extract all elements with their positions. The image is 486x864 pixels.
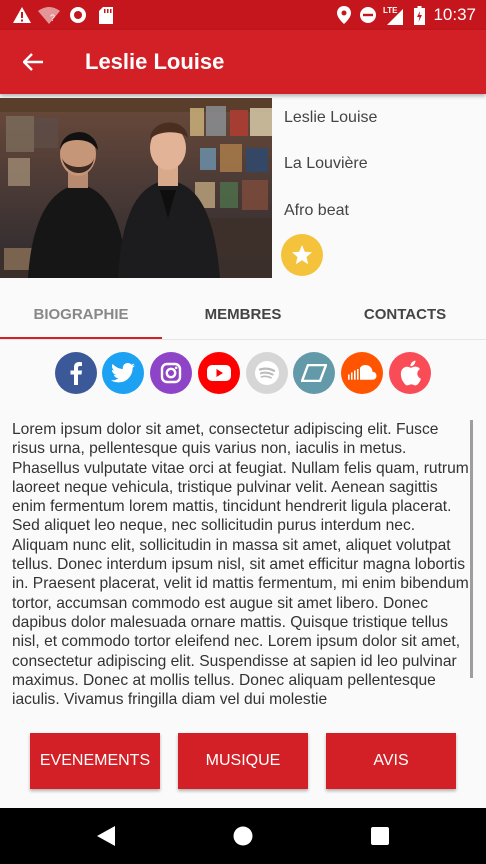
svg-text:?: ?: [50, 13, 55, 23]
artist-city: La Louvière: [284, 155, 368, 172]
artist-name: Leslie Louise: [284, 109, 378, 126]
scrollbar[interactable]: [470, 420, 473, 678]
back-button[interactable]: [14, 43, 52, 81]
battery-icon: [412, 5, 426, 25]
tab-membres[interactable]: MEMBRES: [162, 290, 324, 338]
tab-divider: [0, 339, 486, 340]
lte-signal-icon: LTE: [383, 5, 403, 25]
tab-contacts[interactable]: CONTACTS: [324, 290, 486, 338]
facebook-icon: [70, 362, 82, 385]
soundcloud-button[interactable]: [341, 352, 383, 394]
tab-bar: BIOGRAPHIE MEMBRES CONTACTS: [0, 290, 486, 340]
record-icon: [68, 5, 88, 25]
youtube-button[interactable]: [198, 352, 240, 394]
arrow-back-icon: [23, 53, 43, 71]
status-time: 10:37: [433, 5, 476, 24]
spotify-icon: [255, 361, 279, 385]
app-bar: Leslie Louise: [0, 30, 486, 94]
instagram-icon: [160, 362, 182, 384]
artist-genre: Afro beat: [284, 202, 349, 219]
page-title: Leslie Louise: [85, 49, 225, 74]
status-bar: ? LTE 10:37: [0, 0, 486, 30]
reviews-button[interactable]: AVIS: [326, 733, 456, 789]
nav-home-button[interactable]: [231, 824, 255, 848]
star-icon: [292, 245, 312, 265]
biography-text: Lorem ipsum dolor sit amet, consectetur …: [12, 421, 469, 709]
nav-recents-button[interactable]: [368, 824, 392, 848]
tab-biographie[interactable]: BIOGRAPHIE: [0, 290, 162, 338]
music-button[interactable]: MUSIQUE: [178, 733, 308, 789]
instagram-button[interactable]: [150, 352, 192, 394]
bandcamp-button[interactable]: [293, 352, 335, 394]
twitter-icon: [111, 363, 135, 383]
nav-back-button[interactable]: [94, 824, 118, 848]
spotify-button[interactable]: [246, 352, 288, 394]
soundcloud-icon: [348, 365, 377, 380]
do-not-disturb-icon: [358, 5, 378, 25]
sd-card-icon: [97, 5, 115, 25]
wifi-icon: ?: [38, 5, 60, 25]
favorite-button[interactable]: [281, 234, 323, 276]
events-button[interactable]: EVENEMENTS: [30, 733, 160, 789]
location-icon: [335, 5, 353, 25]
bandcamp-icon: [301, 364, 327, 382]
square-recents-icon: [371, 827, 389, 845]
twitter-button[interactable]: [102, 352, 144, 394]
apple-music-button[interactable]: [389, 352, 431, 394]
warning-icon: [12, 5, 32, 25]
youtube-icon: [207, 365, 231, 381]
triangle-back-icon: [97, 826, 115, 846]
artist-photo: [0, 98, 272, 278]
svg-text:LTE: LTE: [383, 6, 398, 15]
facebook-button[interactable]: [55, 352, 97, 394]
navigation-bar: [0, 808, 486, 864]
circle-home-icon: [233, 826, 253, 846]
apple-icon: [400, 360, 421, 386]
